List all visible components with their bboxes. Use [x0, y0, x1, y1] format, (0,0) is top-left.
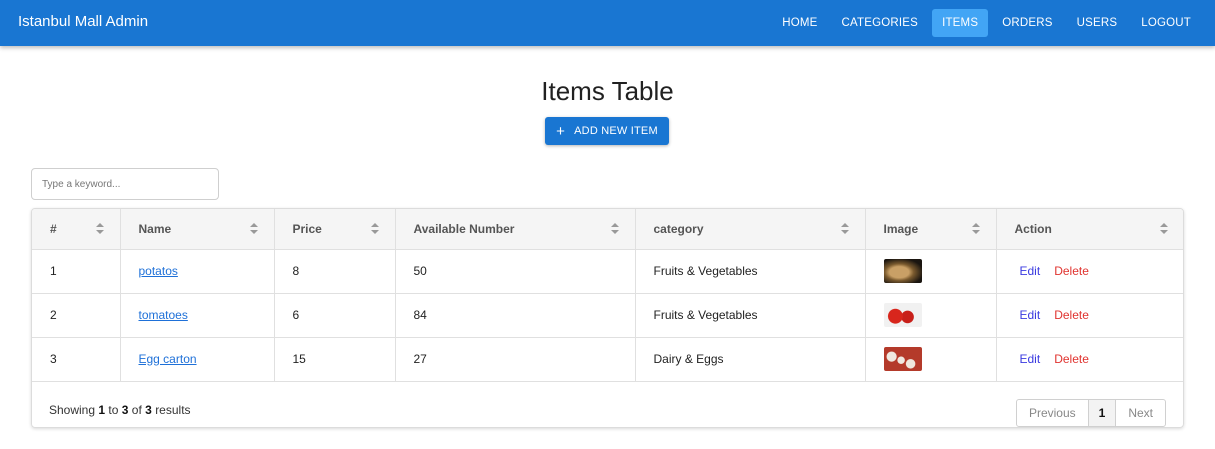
nav-items[interactable]: ITEMS — [932, 9, 989, 37]
pagination: Previous 1 Next — [1015, 399, 1166, 427]
cell-image — [865, 293, 997, 338]
edit-button[interactable]: Edit — [1020, 352, 1041, 366]
table-row: 2 tomatoes 6 84 Fruits & Vegetables Edit… — [32, 293, 1183, 338]
top-nav: HOME CATEGORIES ITEMS ORDERS USERS LOGOU… — [768, 9, 1201, 37]
previous-page-button[interactable]: Previous — [1017, 400, 1089, 426]
cell-action: Edit Delete — [996, 293, 1183, 338]
column-header-id[interactable]: # — [32, 209, 121, 250]
tomato-image — [883, 303, 922, 327]
cell-available: 84 — [395, 293, 636, 338]
column-header-category[interactable]: category — [635, 209, 866, 250]
search-input[interactable] — [31, 168, 219, 200]
nav-logout[interactable]: LOGOUT — [1131, 9, 1201, 37]
cell-name: potatos — [120, 249, 275, 294]
cell-category: Fruits & Vegetables — [635, 293, 866, 338]
column-header-price[interactable]: Price — [274, 209, 396, 250]
app-title: Istanbul Mall Admin — [18, 13, 149, 30]
add-new-item-label: ADD NEW ITEM — [574, 125, 658, 137]
cell-price: 15 — [274, 337, 396, 382]
column-header-action[interactable]: Action — [996, 209, 1183, 250]
cell-name: tomatoes — [120, 293, 275, 338]
item-name-link[interactable]: Egg carton — [139, 352, 197, 366]
page-number-button[interactable]: 1 — [1088, 400, 1117, 426]
cell-available: 50 — [395, 249, 636, 294]
nav-users[interactable]: USERS — [1067, 9, 1128, 37]
cell-price: 6 — [274, 293, 396, 338]
cell-category: Fruits & Vegetables — [635, 249, 866, 294]
cell-action: Edit Delete — [996, 249, 1183, 294]
column-header-available-number[interactable]: Available Number — [395, 209, 636, 250]
cell-id: 1 — [32, 249, 121, 294]
item-name-link[interactable]: potatos — [139, 264, 178, 278]
cell-price: 8 — [274, 249, 396, 294]
cell-available: 27 — [395, 337, 636, 382]
plus-icon: + — [556, 122, 566, 140]
delete-button[interactable]: Delete — [1054, 308, 1089, 322]
nav-home[interactable]: HOME — [772, 9, 827, 37]
table-row: 1 potatos 8 50 Fruits & Vegetables Edit D… — [32, 249, 1183, 294]
sort-icon[interactable] — [95, 223, 104, 235]
column-header-image[interactable]: Image — [865, 209, 997, 250]
table-footer: Showing 1 to 3 of 3 results Previous 1 N… — [32, 389, 1183, 427]
edit-button[interactable]: Edit — [1020, 308, 1041, 322]
items-table-card: # Name Price Available Number category I… — [31, 208, 1184, 428]
cell-name: Egg carton — [120, 337, 275, 382]
cell-image — [865, 337, 997, 382]
sort-icon[interactable] — [610, 223, 619, 235]
item-name-link[interactable]: tomatoes — [139, 308, 188, 322]
potato-image — [883, 259, 922, 283]
cell-id: 2 — [32, 293, 121, 338]
items-table: # Name Price Available Number category I… — [32, 209, 1183, 382]
table-header-row: # Name Price Available Number category I… — [32, 209, 1183, 250]
add-new-item-button[interactable]: + ADD NEW ITEM — [545, 117, 669, 145]
next-page-button[interactable]: Next — [1116, 400, 1165, 426]
nav-orders[interactable]: ORDERS — [992, 9, 1062, 37]
nav-categories[interactable]: CATEGORIES — [832, 9, 929, 37]
sort-icon[interactable] — [840, 223, 849, 235]
sort-icon[interactable] — [249, 223, 258, 235]
sort-icon[interactable] — [370, 223, 379, 235]
sort-icon[interactable] — [1160, 223, 1168, 235]
cell-action: Edit Delete — [996, 337, 1183, 382]
delete-button[interactable]: Delete — [1054, 264, 1089, 278]
results-summary: Showing 1 to 3 of 3 results — [49, 403, 191, 417]
eggs-image — [883, 347, 922, 371]
delete-button[interactable]: Delete — [1054, 352, 1089, 366]
sort-icon[interactable] — [971, 223, 980, 235]
page-title: Items Table — [541, 76, 674, 106]
column-header-name[interactable]: Name — [120, 209, 275, 250]
cell-image — [865, 249, 997, 294]
cell-id: 3 — [32, 337, 121, 382]
edit-button[interactable]: Edit — [1020, 264, 1041, 278]
app-bar: Istanbul Mall Admin HOME CATEGORIES ITEM… — [0, 0, 1215, 46]
table-row: 3 Egg carton 15 27 Dairy & Eggs Edit Dele… — [32, 337, 1183, 382]
cell-category: Dairy & Eggs — [635, 337, 866, 382]
